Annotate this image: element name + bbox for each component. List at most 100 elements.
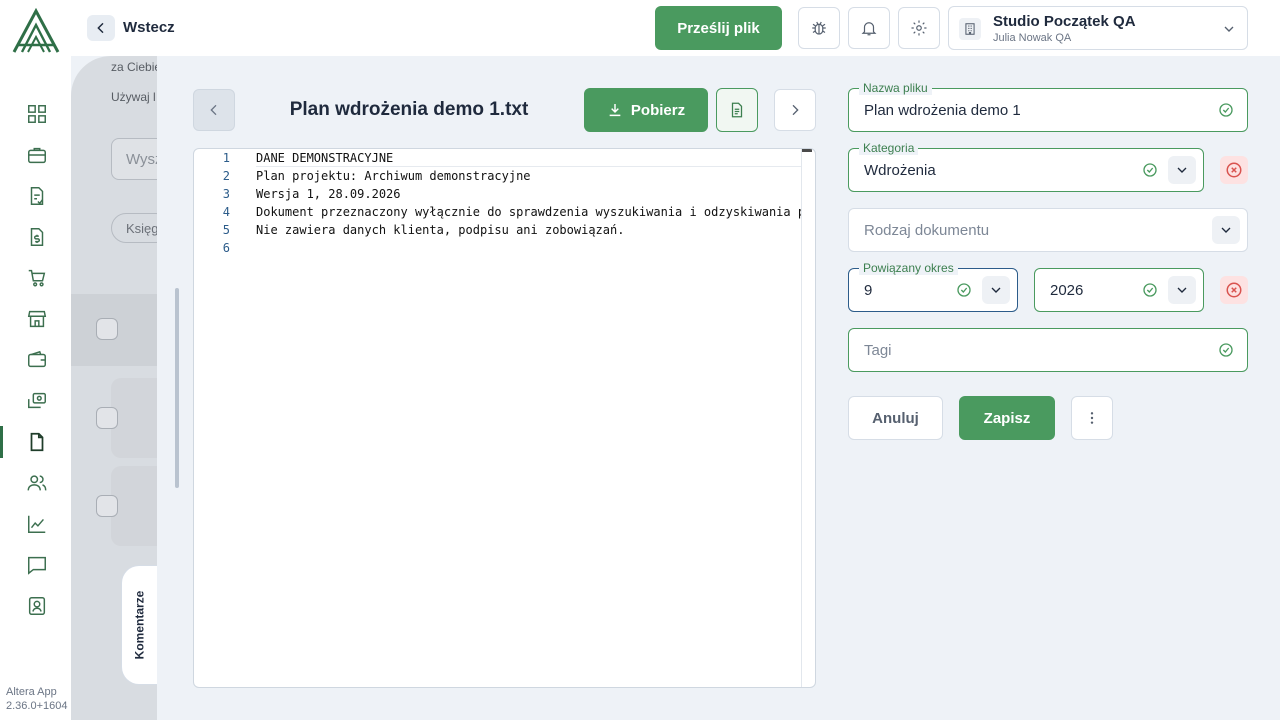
document-check-icon[interactable] <box>24 183 50 209</box>
comments-tab-label: Komentarze <box>132 590 147 660</box>
app-version: Altera App 2.36.0+1604 <box>6 685 67 713</box>
file-name-value[interactable]: Plan wdrożenia demo 1 <box>864 102 1021 119</box>
period-year-value: 2026 <box>1050 282 1084 299</box>
chevron-right-icon <box>792 104 799 116</box>
category-select[interactable]: Kategoria Wdrożenia <box>848 141 1204 192</box>
more-options-button[interactable] <box>1071 396 1113 440</box>
previous-file-button[interactable] <box>193 89 235 131</box>
editor-overview-ruler <box>801 149 802 687</box>
chevron-down-icon[interactable] <box>982 276 1010 304</box>
line-number: 5 <box>222 223 230 237</box>
line-number: 3 <box>222 187 230 201</box>
gear-icon <box>911 20 927 36</box>
check-circle-icon <box>1219 103 1233 117</box>
document-type-placeholder: Rodzaj dokumentu <box>864 222 990 239</box>
line-number: 4 <box>222 205 230 219</box>
chevron-left-icon <box>97 22 104 34</box>
code-line: 4 Dokument przeznaczony wyłącznie do spr… <box>194 203 801 221</box>
users-icon[interactable] <box>24 470 50 496</box>
document-details-button[interactable] <box>716 88 758 132</box>
check-circle-icon <box>1143 163 1157 177</box>
code-line: 2 Plan projektu: Archiwum demonstracyjne <box>194 167 801 185</box>
chat-icon[interactable] <box>24 552 50 578</box>
code-line: 1 DANE DEMONSTRACYJNE <box>194 149 801 167</box>
line-text: Wersja 1, 28.09.2026 <box>256 187 401 201</box>
download-icon <box>609 104 621 117</box>
background-checkbox <box>96 318 118 340</box>
document-type-select[interactable]: Rodzaj dokumentu <box>848 208 1248 252</box>
period-month-select[interactable]: Powiązany okres 9 <box>848 261 1018 312</box>
sidebar-active-indicator <box>0 426 3 458</box>
chevron-down-icon[interactable] <box>1168 276 1196 304</box>
tags-placeholder: Tagi <box>864 342 892 359</box>
background-text: Używaj l <box>111 90 156 104</box>
tags-input[interactable]: Tagi <box>848 328 1248 372</box>
settings-button[interactable] <box>898 7 940 49</box>
background-text: za Ciebie <box>111 60 162 74</box>
check-circle-icon <box>957 283 971 297</box>
chart-line-icon[interactable] <box>24 511 50 537</box>
contact-card-icon[interactable] <box>24 593 50 619</box>
code-line: 5 Nie zawiera danych klienta, podpisu an… <box>194 221 801 239</box>
background-checkbox <box>96 407 118 429</box>
file-name-field[interactable]: Nazwa pliku Plan wdrożenia demo 1 <box>848 81 1248 132</box>
close-circle-icon <box>1226 282 1242 298</box>
background-table-header <box>71 294 171 366</box>
app-version-number: 2.36.0+1604 <box>6 700 68 712</box>
check-circle-icon <box>1219 343 1233 357</box>
chevron-down-icon <box>1221 21 1237 42</box>
more-vertical-icon <box>1090 412 1094 424</box>
line-text: Dokument przeznaczony wyłącznie do spraw… <box>256 205 801 219</box>
line-number: 6 <box>222 241 230 255</box>
clear-period-button[interactable] <box>1220 276 1248 304</box>
notifications-button[interactable] <box>848 7 890 49</box>
left-sidebar: Altera App 2.36.0+1604 <box>0 0 71 720</box>
altera-logo-icon[interactable] <box>11 7 61 54</box>
document-text-icon <box>731 102 743 118</box>
save-button[interactable]: Zapisz <box>959 396 1055 440</box>
line-number: 1 <box>222 151 230 165</box>
drawer-scrollbar[interactable] <box>175 288 179 488</box>
next-file-button[interactable] <box>774 89 816 131</box>
dashboard-grid-icon[interactable] <box>24 101 50 127</box>
chevron-down-icon[interactable] <box>1168 156 1196 184</box>
period-month-value: 9 <box>864 282 873 299</box>
period-year-select[interactable]: 2026 <box>1034 268 1204 312</box>
download-label: Pobierz <box>630 101 686 119</box>
clear-category-button[interactable] <box>1220 156 1248 184</box>
back-button[interactable] <box>87 15 115 41</box>
back-label[interactable]: Wstecz <box>123 19 175 36</box>
background-checkbox <box>96 495 118 517</box>
bug-report-button[interactable] <box>798 7 840 49</box>
file-title: Plan wdrożenia demo 1.txt <box>289 99 529 120</box>
cancel-button[interactable]: Anuluj <box>848 396 943 440</box>
line-text: Nie zawiera danych klienta, podpisu ani … <box>256 223 625 237</box>
briefcase-icon[interactable] <box>24 142 50 168</box>
category-label: Kategoria <box>859 141 919 155</box>
line-text: Plan projektu: Archiwum demonstracyjne <box>256 169 531 183</box>
code-line: 6 <box>194 239 801 257</box>
line-number: 2 <box>222 169 230 183</box>
organization-selector[interactable]: Studio Początek QA Julia Nowak QA <box>948 6 1248 50</box>
money-transfer-icon[interactable] <box>24 388 50 414</box>
category-value: Wdrożenia <box>864 162 936 179</box>
wallet-icon[interactable] <box>24 347 50 373</box>
check-circle-icon <box>1143 283 1157 297</box>
scroll-marker <box>802 149 812 152</box>
upload-file-button[interactable]: Prześlij plik <box>655 6 782 50</box>
bug-icon <box>812 21 826 35</box>
organization-name: Studio Początek QA <box>993 13 1136 30</box>
line-text: DANE DEMONSTRACYJNE <box>256 151 394 165</box>
text-file-viewer[interactable]: 1 DANE DEMONSTRACYJNE 2 Plan projektu: A… <box>193 148 816 688</box>
close-circle-icon <box>1226 162 1242 178</box>
invoice-dollar-icon[interactable] <box>24 224 50 250</box>
comments-tab[interactable]: Komentarze <box>121 565 157 685</box>
store-icon[interactable] <box>24 306 50 332</box>
chevron-down-icon[interactable] <box>1212 216 1240 244</box>
shopping-cart-icon[interactable] <box>24 265 50 291</box>
download-button[interactable]: Pobierz <box>584 88 708 132</box>
file-name-label: Nazwa pliku <box>859 81 932 95</box>
organization-user: Julia Nowak QA <box>993 32 1072 44</box>
period-label: Powiązany okres <box>859 261 958 275</box>
file-icon[interactable] <box>24 429 50 455</box>
